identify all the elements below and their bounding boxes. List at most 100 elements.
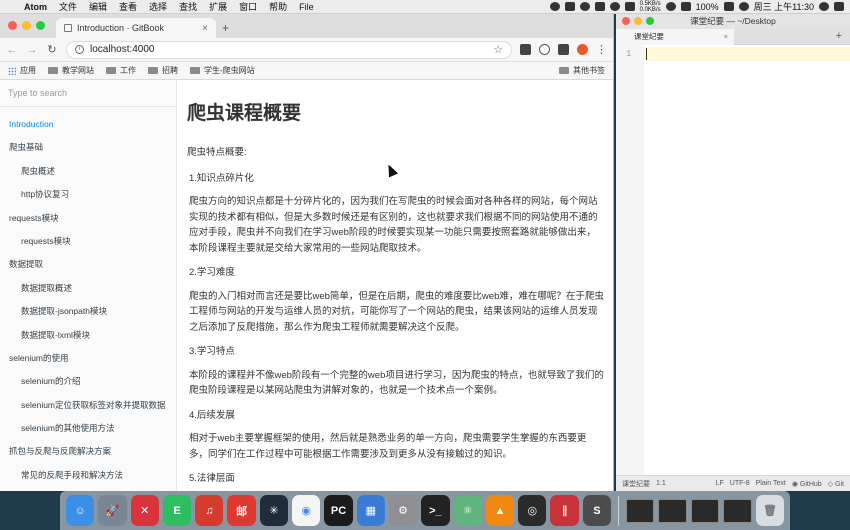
menu-packages[interactable]: 扩展 bbox=[203, 0, 233, 13]
toc-subitem[interactable]: 爬虫概述 bbox=[0, 160, 176, 183]
dock-xmind-zen-icon[interactable]: ✳ bbox=[259, 495, 289, 526]
menu-edit[interactable]: 编辑 bbox=[83, 0, 113, 13]
address-bar[interactable]: i localhost:4000 ☆ bbox=[66, 40, 512, 59]
menu-file-extra[interactable]: File bbox=[293, 2, 320, 12]
text-editor[interactable]: 1 bbox=[616, 45, 850, 475]
atom-zoom-button[interactable] bbox=[646, 17, 654, 25]
dock-system-preferences-icon[interactable]: ⚙ bbox=[388, 495, 418, 526]
other-bookmarks[interactable]: 其他书签 bbox=[559, 65, 605, 76]
atom-tab-close-icon[interactable]: × bbox=[724, 29, 728, 45]
toc-chapter[interactable]: 爬虫基础 bbox=[0, 136, 176, 159]
bookmark-folder[interactable]: 招聘 bbox=[148, 65, 178, 76]
dock-minimized-window[interactable] bbox=[658, 498, 687, 523]
menu-app[interactable]: Atom bbox=[18, 2, 53, 12]
browser-tab[interactable]: Introduction · GitBook × bbox=[56, 18, 216, 38]
toc-chapter[interactable]: requests模块 bbox=[0, 207, 176, 230]
dock-launchpad-icon[interactable]: 🚀 bbox=[98, 495, 127, 526]
tray-screen-icon[interactable] bbox=[594, 2, 605, 11]
bookmark-folder[interactable]: 学生-爬虫网站 bbox=[190, 65, 255, 76]
atom-tab[interactable]: 课堂纪要 × bbox=[616, 29, 734, 45]
toc-subitem[interactable]: 数据提取-jsonpath模块 bbox=[0, 300, 176, 323]
tray-keyboard-icon[interactable] bbox=[564, 2, 575, 11]
tray-clock-icon[interactable] bbox=[609, 2, 620, 11]
menubar-clock[interactable]: 周三 上午11:30 bbox=[754, 0, 814, 13]
close-window-button[interactable] bbox=[8, 21, 17, 30]
search-input[interactable]: Type to search bbox=[0, 80, 176, 107]
forward-button[interactable]: → bbox=[26, 44, 38, 56]
extension-icon-3[interactable] bbox=[558, 44, 569, 55]
dock-terminal-icon[interactable]: >_ bbox=[421, 495, 450, 526]
profile-avatar-icon[interactable] bbox=[577, 44, 588, 55]
menu-view[interactable]: 查看 bbox=[113, 0, 143, 13]
extension-icon-2[interactable] bbox=[539, 44, 550, 55]
tray-app-icon[interactable] bbox=[549, 2, 560, 11]
dock-mail-master-icon[interactable]: 邮 bbox=[227, 495, 256, 526]
bookmark-folder[interactable]: 教学网站 bbox=[48, 65, 94, 76]
toc-subitem[interactable]: 常见的反爬手段和解决方法 bbox=[0, 464, 176, 487]
battery-icon[interactable] bbox=[723, 2, 734, 11]
toc-subitem[interactable]: selenium的其他使用方法 bbox=[0, 417, 176, 440]
dock-trash-icon[interactable]: 🗑 bbox=[755, 495, 785, 526]
tray-wechat-icon[interactable] bbox=[579, 2, 590, 11]
toc-chapter[interactable]: 数据提取 bbox=[0, 253, 176, 276]
menu-select[interactable]: 选择 bbox=[143, 0, 173, 13]
menu-window[interactable]: 窗口 bbox=[233, 0, 263, 13]
toc-subitem[interactable]: requests模块 bbox=[0, 230, 176, 253]
dock-xmind-icon[interactable]: ✕ bbox=[130, 495, 159, 526]
atom-close-button[interactable] bbox=[622, 17, 630, 25]
status-grammar[interactable]: Plain Text bbox=[756, 480, 786, 487]
dock-keynote-icon[interactable]: ▦ bbox=[356, 495, 385, 526]
tray-record-icon[interactable] bbox=[624, 2, 635, 11]
chrome-menu-icon[interactable]: ⋮ bbox=[596, 43, 607, 56]
status-file-name[interactable]: 课堂纪要 bbox=[622, 479, 650, 489]
toc-chapter[interactable]: 抓包与反爬与反爬解决方案 bbox=[0, 440, 176, 463]
zoom-window-button[interactable] bbox=[36, 21, 45, 30]
dock-vlc-icon[interactable]: ▲ bbox=[485, 495, 515, 526]
bookmark-star-icon[interactable]: ☆ bbox=[493, 43, 503, 56]
toc-chapter[interactable]: selenium的使用 bbox=[0, 347, 176, 370]
status-encoding[interactable]: UTF-8 bbox=[730, 480, 750, 487]
dock-atom-icon[interactable]: ⚛ bbox=[453, 495, 482, 526]
atom-minimize-button[interactable] bbox=[634, 17, 642, 25]
site-info-icon[interactable]: i bbox=[75, 45, 84, 54]
spotlight-icon[interactable] bbox=[819, 2, 829, 11]
extension-icon-1[interactable] bbox=[520, 44, 531, 55]
status-cursor-position[interactable]: 1:1 bbox=[656, 480, 666, 487]
bookmark-apps[interactable]: 应用 bbox=[8, 65, 36, 76]
status-line-ending[interactable]: LF bbox=[716, 480, 724, 487]
wifi-icon[interactable] bbox=[665, 2, 676, 11]
status-github[interactable]: ◉ GitHub bbox=[792, 480, 822, 488]
menu-help[interactable]: 帮助 bbox=[263, 0, 293, 13]
dock-obs-icon[interactable]: ◎ bbox=[518, 495, 547, 526]
dock-minimized-window[interactable] bbox=[690, 498, 720, 523]
dock-finder-icon[interactable]: ☺ bbox=[66, 495, 95, 526]
toc-chapter[interactable]: Introduction bbox=[0, 113, 176, 136]
dock-evernote-icon[interactable]: E bbox=[162, 495, 192, 526]
bookmark-folder[interactable]: 工作 bbox=[106, 65, 136, 76]
tab-close-icon[interactable]: × bbox=[202, 23, 208, 34]
dock-pycharm-icon[interactable]: PC bbox=[324, 495, 353, 526]
dock-chrome-icon[interactable]: ◉ bbox=[292, 495, 321, 526]
menu-find[interactable]: 查找 bbox=[173, 0, 203, 13]
menu-file[interactable]: 文件 bbox=[53, 0, 83, 13]
dock-parallels-icon[interactable]: ∥ bbox=[550, 495, 579, 526]
atom-new-tab-button[interactable]: + bbox=[836, 30, 842, 42]
dock-sublime-icon[interactable]: S bbox=[582, 495, 612, 526]
toc-subitem[interactable]: selenium的介绍 bbox=[0, 370, 176, 393]
toc-subitem[interactable]: selenium定位获取标签对象并提取数据 bbox=[0, 394, 176, 417]
reload-button[interactable]: ↻ bbox=[46, 43, 58, 56]
input-source-icon[interactable] bbox=[738, 2, 749, 11]
dock-netease-music-icon[interactable]: ♫ bbox=[195, 495, 224, 526]
battery-percent[interactable]: 100% bbox=[696, 2, 719, 12]
toc-subitem[interactable]: http协议复习 bbox=[0, 183, 176, 206]
status-git[interactable]: ◇ Git bbox=[828, 480, 844, 488]
volume-icon[interactable] bbox=[680, 2, 691, 11]
toc-subitem[interactable]: 数据提取-lxml模块 bbox=[0, 324, 176, 347]
dock-minimized-window[interactable] bbox=[723, 498, 752, 523]
toc-subitem[interactable]: 数据提取概述 bbox=[0, 277, 176, 300]
back-button[interactable]: ← bbox=[6, 44, 18, 56]
minimize-window-button[interactable] bbox=[22, 21, 31, 30]
dock-minimized-window[interactable] bbox=[625, 498, 655, 523]
notification-center-icon[interactable] bbox=[834, 2, 844, 11]
new-tab-button[interactable]: + bbox=[222, 21, 229, 35]
